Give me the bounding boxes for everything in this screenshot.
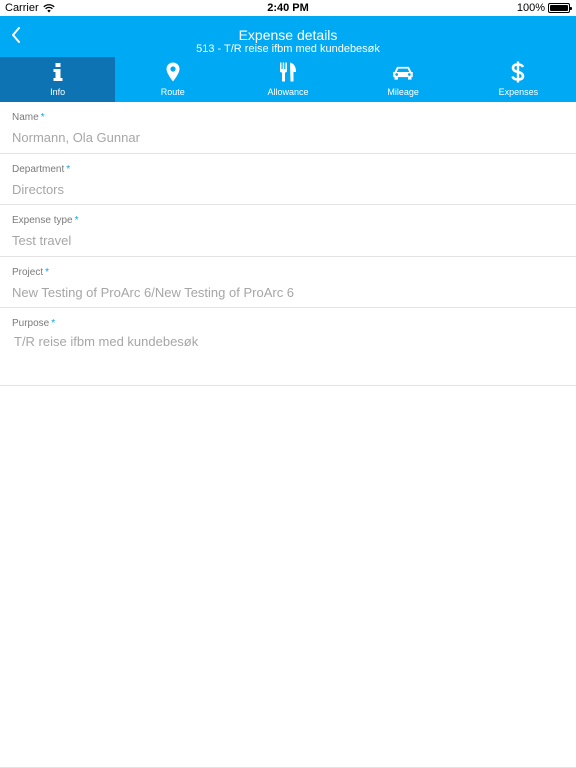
car-icon xyxy=(392,61,414,83)
required-marker: * xyxy=(66,163,71,175)
info-icon xyxy=(47,61,69,83)
tab-bar: Info Route Allowance Mileage Expenses xyxy=(0,57,576,102)
purpose-label: Purpose * xyxy=(12,318,56,329)
purpose-value: T/R reise ifbm med kundebesøk xyxy=(14,334,199,349)
name-value: Normann, Ola Gunnar xyxy=(12,130,140,145)
tab-expenses-label: Expenses xyxy=(498,87,539,97)
name-field[interactable]: Name * Normann, Ola Gunnar xyxy=(0,102,576,154)
battery-status: 100% xyxy=(516,2,572,14)
tab-allowance[interactable]: Allowance xyxy=(230,57,345,102)
clock: 2:40 PM xyxy=(267,2,309,14)
expense-type-field[interactable]: Expense type * Test travel xyxy=(0,205,576,257)
tab-route[interactable]: Route xyxy=(115,57,230,102)
tab-info-label: Info xyxy=(50,87,66,97)
map-pin-icon xyxy=(162,61,184,83)
required-marker: * xyxy=(74,215,79,226)
page-title: Expense details xyxy=(238,27,338,43)
project-label: Project * xyxy=(12,266,50,278)
expense-form: Name * Normann, Ola Gunnar Department * Di… xyxy=(0,102,576,386)
project-value: New Testing of ProArc 6/New Testing of P… xyxy=(12,284,295,300)
app-header: Expense details 513 - T/R reise ifbm med… xyxy=(0,16,576,102)
battery-icon xyxy=(548,3,572,13)
required-marker: * xyxy=(45,266,50,278)
department-field[interactable]: Department * Directors xyxy=(0,154,576,205)
page-subtitle: 513 - T/R reise ifbm med kundebesøk xyxy=(196,43,380,55)
status-bar: Carrier 2:40 PM 100% xyxy=(0,0,576,16)
department-label: Department * xyxy=(12,163,71,175)
required-marker: * xyxy=(51,318,56,329)
purpose-field[interactable]: Purpose * T/R reise ifbm med kundebesøk xyxy=(0,308,576,386)
required-marker: * xyxy=(40,112,45,123)
tab-route-label: Route xyxy=(160,87,185,97)
tab-expenses[interactable]: Expenses xyxy=(461,57,576,102)
name-label: Name * xyxy=(12,112,45,123)
fork-knife-icon xyxy=(277,61,299,83)
tab-mileage-label: Mileage xyxy=(387,87,419,97)
project-field[interactable]: Project * New Testing of ProArc 6/New Tes… xyxy=(0,257,576,308)
tab-allowance-label: Allowance xyxy=(267,87,309,97)
tab-info[interactable]: Info xyxy=(0,57,116,102)
tab-mileage[interactable]: Mileage xyxy=(346,57,461,102)
expense-type-label: Expense type * xyxy=(12,215,79,226)
expense-type-value: Test travel xyxy=(12,233,72,248)
department-value: Directors xyxy=(12,181,65,197)
battery-percent: 100% xyxy=(516,2,545,14)
dollar-icon xyxy=(507,61,529,83)
